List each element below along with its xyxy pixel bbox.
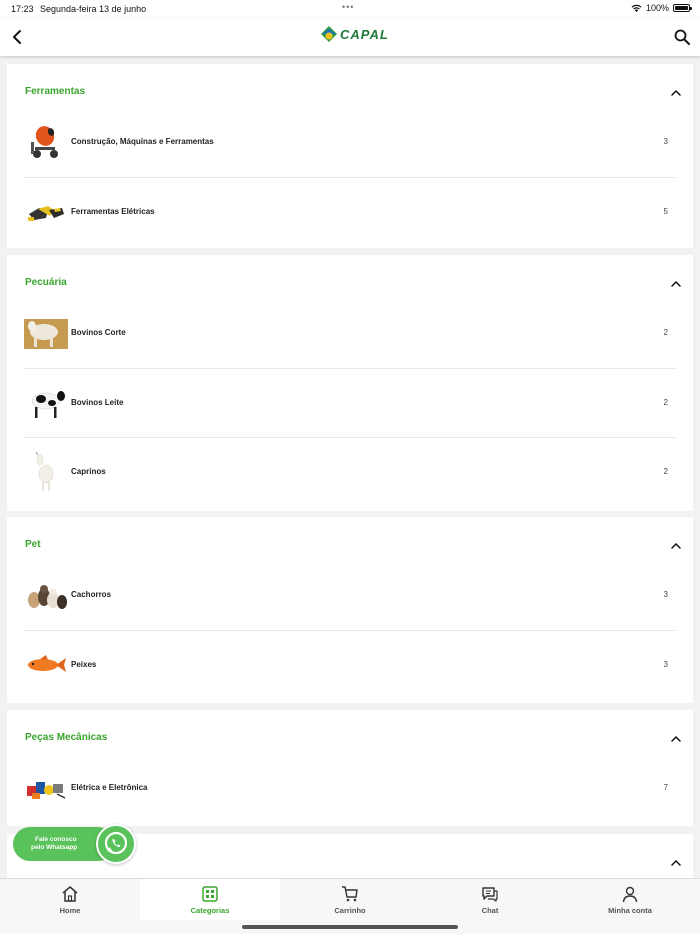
category-header[interactable]: Peças Mecânicas (7, 710, 693, 754)
whatsapp-icon (104, 831, 128, 855)
list-item[interactable]: Ferramentas Elétricas 5 (24, 177, 676, 246)
logo-text: CAPAL (340, 26, 389, 42)
nav-label: Carrinho (334, 906, 366, 915)
chevron-up-icon[interactable] (669, 856, 683, 870)
list-item[interactable]: Bovinos Leite 2 (24, 368, 676, 437)
home-icon (62, 886, 78, 902)
item-count: 3 (663, 660, 668, 669)
app-header: CAPAL (0, 18, 700, 56)
item-count: 7 (663, 783, 668, 792)
category-header[interactable]: Pet (7, 517, 693, 561)
logo-mark-icon (321, 26, 337, 42)
nav-categorias[interactable]: Categorias (140, 879, 280, 920)
nav-label: Minha conta (608, 906, 652, 915)
item-count: 2 (663, 467, 668, 476)
nav-carrinho[interactable]: Carrinho (280, 879, 420, 920)
search-button[interactable] (672, 27, 692, 47)
item-label: Bovinos Corte (71, 328, 126, 337)
chevron-up-icon[interactable] (669, 86, 683, 100)
item-label: Elétrica e Eletrônica (71, 783, 148, 792)
list-item[interactable]: Cachorros 3 (24, 561, 676, 630)
status-indicators: 100% (631, 3, 692, 13)
battery-percentage: 100% (645, 3, 669, 13)
category-card-pet: Pet Cachorros 3 Peixes 3 (7, 517, 693, 703)
category-title: Peças Mecânicas (25, 732, 108, 743)
dogs-thumbnail (28, 585, 67, 609)
item-count: 2 (663, 398, 668, 407)
dairy-cow-thumbnail (31, 391, 65, 418)
multitasking-dots[interactable]: ••• (342, 2, 354, 12)
status-time: 17:23 (11, 4, 34, 14)
beef-cattle-thumbnail (24, 319, 68, 349)
category-title: Ferramentas (25, 86, 86, 97)
nav-chat[interactable]: Chat (420, 879, 560, 920)
bottom-navigation: Home Categorias Carrinho Chat Minha cont… (0, 878, 700, 920)
chevron-up-icon[interactable] (669, 277, 683, 291)
whatsapp-label-line1: Fale conosco (35, 836, 77, 843)
category-title: Pet (25, 539, 41, 550)
goat-thumbnail (35, 452, 54, 491)
whatsapp-button[interactable] (96, 824, 136, 864)
item-label: Ferramentas Elétricas (71, 207, 155, 216)
whatsapp-label-line2: pelo Whatsapp (31, 844, 78, 851)
chevron-up-icon[interactable] (669, 539, 683, 553)
list-item[interactable]: Bovinos Corte 2 (24, 299, 676, 368)
fish-thumbnail (28, 655, 66, 672)
cart-icon (342, 886, 358, 902)
chat-icon (482, 887, 498, 902)
list-item[interactable]: Caprinos 2 (24, 437, 676, 506)
chevron-left-icon (13, 30, 21, 44)
item-count: 3 (663, 137, 668, 146)
item-label: Cachorros (71, 590, 112, 599)
category-title: Pecuária (25, 277, 67, 288)
search-icon (674, 29, 690, 45)
nav-minha-conta[interactable]: Minha conta (560, 879, 700, 920)
item-count: 2 (663, 328, 668, 337)
item-count: 5 (663, 207, 668, 216)
nav-label: Chat (481, 906, 499, 915)
category-header[interactable]: Ferramentas (7, 64, 693, 108)
categories-list[interactable]: Ferramentas Construção, Máquinas e Ferra… (0, 56, 700, 878)
list-item[interactable]: Peixes 3 (24, 630, 676, 699)
category-card-pecas-mecanicas: Peças Mecânicas Elétrica e Eletrônica 7 (7, 710, 693, 826)
cement-mixer-thumbnail (31, 126, 58, 158)
item-label: Construção, Máquinas e Ferramentas (71, 137, 214, 146)
item-label: Bovinos Leite (71, 398, 124, 407)
category-card-pecuaria: Pecuária Bovinos Corte 2 Bovinos Leite 2… (7, 255, 693, 511)
item-label: Caprinos (71, 467, 106, 476)
capal-logo: CAPAL (320, 25, 389, 43)
back-button[interactable] (8, 27, 28, 47)
nav-label: Categorias (190, 906, 230, 915)
list-item[interactable]: Construção, Máquinas e Ferramentas 3 (24, 108, 676, 177)
status-bar: 17:23 Segunda-feira 13 de junho ••• 100% (0, 0, 700, 18)
power-tools-thumbnail (28, 206, 64, 221)
category-card-ferramentas: Ferramentas Construção, Máquinas e Ferra… (7, 64, 693, 248)
wifi-icon (631, 4, 642, 12)
list-item[interactable]: Elétrica e Eletrônica 7 (24, 754, 676, 823)
user-icon (622, 886, 638, 903)
item-count: 3 (663, 590, 668, 599)
chevron-up-icon[interactable] (669, 732, 683, 746)
categories-icon (202, 886, 218, 902)
battery-icon (673, 4, 692, 12)
item-label: Peixes (71, 660, 97, 669)
status-date: Segunda-feira 13 de junho (40, 4, 147, 14)
nav-label: Home (59, 906, 81, 915)
category-header[interactable]: Pecuária (7, 255, 693, 299)
electrical-parts-thumbnail (27, 782, 66, 799)
home-indicator[interactable] (242, 925, 458, 929)
nav-home[interactable]: Home (0, 879, 140, 920)
